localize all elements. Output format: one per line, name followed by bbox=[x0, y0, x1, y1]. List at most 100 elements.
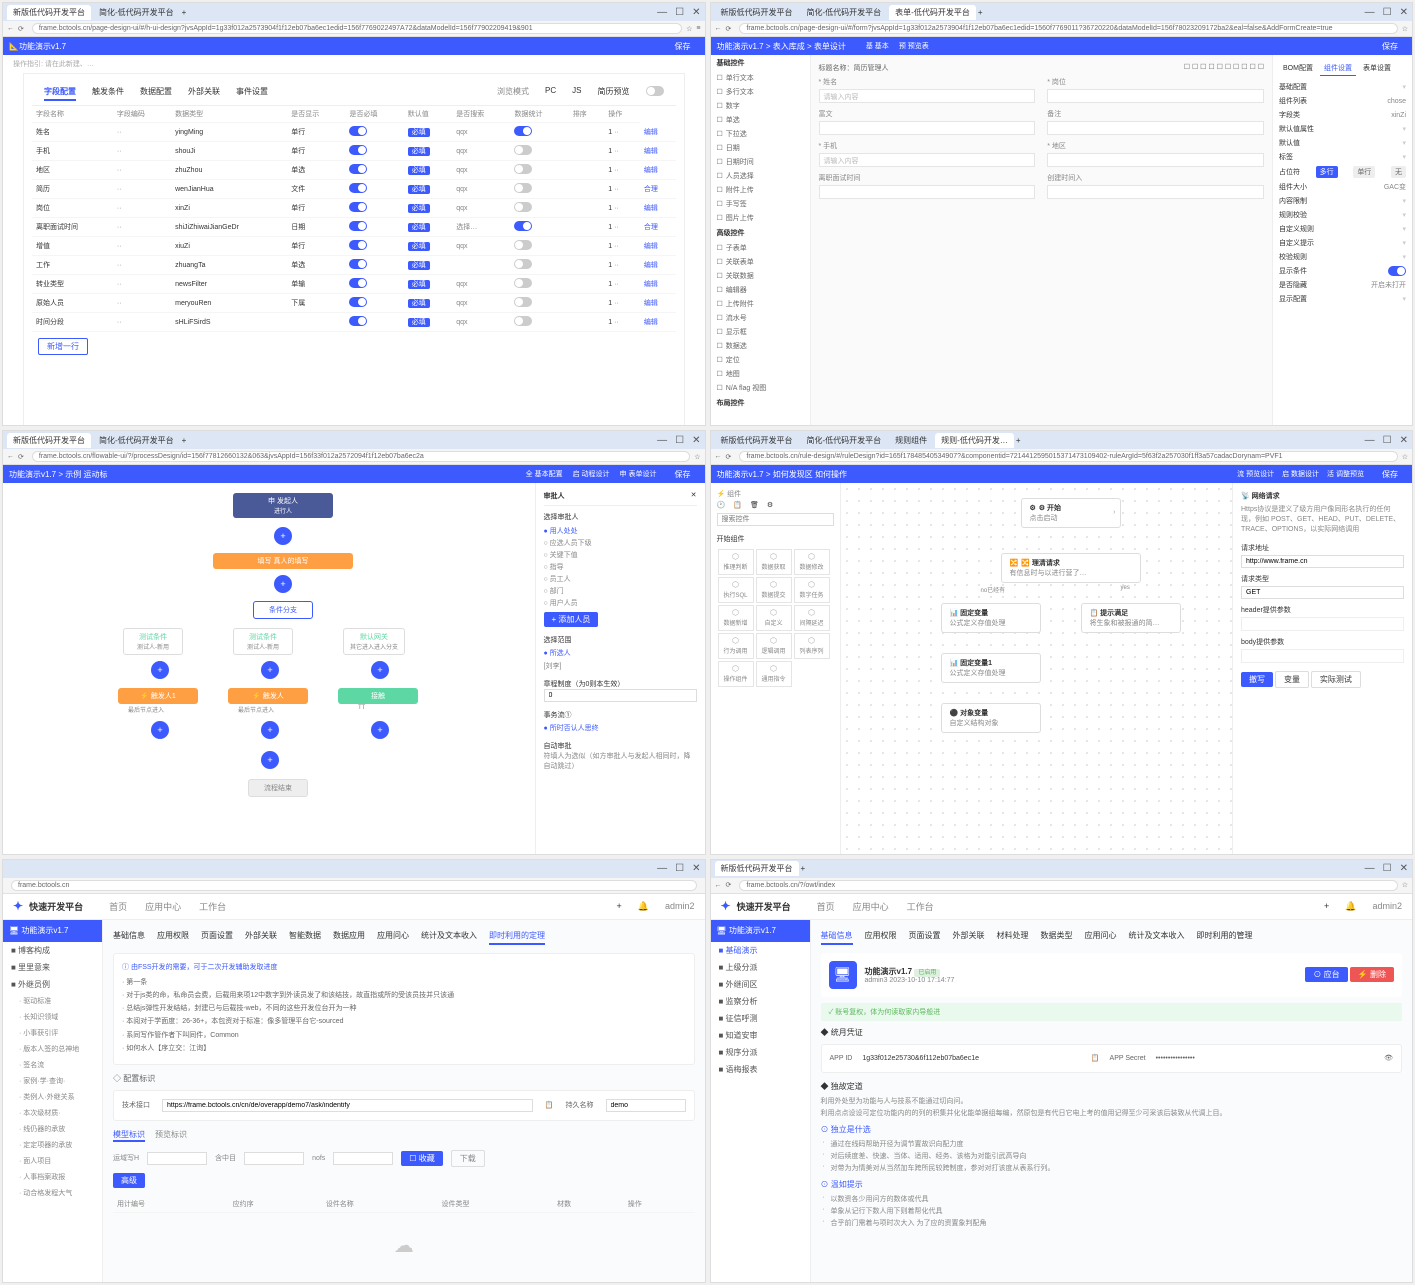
close-icon[interactable]: ✕ bbox=[691, 491, 697, 501]
flow-plus-icon[interactable]: + bbox=[371, 661, 389, 679]
sidebar-item[interactable]: ■ 外继员例 bbox=[3, 976, 102, 993]
flow-plus-icon[interactable]: + bbox=[261, 721, 279, 739]
sidebar-item[interactable]: ■ 里里意来 bbox=[3, 959, 102, 976]
sidebar-sub-item[interactable]: · 动合格发程大气 bbox=[3, 1185, 102, 1201]
rule-component[interactable]: 数据提交 bbox=[756, 577, 792, 603]
admin-tab[interactable]: 页面设置 bbox=[909, 930, 941, 945]
copy-icon[interactable]: 📋 bbox=[545, 1100, 554, 1111]
flow-node[interactable]: ⚡ 触发人 bbox=[228, 688, 308, 704]
chevron-right-icon[interactable]: › bbox=[1113, 509, 1115, 516]
admin-tab[interactable]: 智能数据 bbox=[289, 930, 321, 945]
rule-component[interactable]: 行为调用 bbox=[718, 633, 754, 659]
toolbar-icon[interactable]: ⚙ bbox=[767, 501, 773, 509]
sidebar-item[interactable]: ■ 基础演示 bbox=[711, 942, 810, 959]
palette-item[interactable]: ☐显示框 bbox=[711, 325, 810, 339]
url-input[interactable]: frame.bctools.cn/rule-design/#/ruleDesig… bbox=[739, 451, 1397, 462]
rule-component[interactable]: 执行SQL bbox=[718, 577, 754, 603]
save-button[interactable]: 保存 bbox=[667, 39, 699, 54]
palette-item[interactable]: ☐人员选择 bbox=[711, 169, 810, 183]
filter-button[interactable]: ☐ 收藏 bbox=[401, 1151, 442, 1166]
star-icon[interactable]: ☆ bbox=[686, 25, 692, 33]
required-badge[interactable]: 必填 bbox=[408, 147, 430, 156]
flow-condition[interactable]: 测试条件测试人-新用 bbox=[123, 628, 183, 655]
palette-item[interactable]: ☐下拉选 bbox=[711, 127, 810, 141]
palette-item[interactable]: ☐编辑器 bbox=[711, 283, 810, 297]
prop-tab[interactable]: 组件设置 bbox=[1320, 61, 1356, 76]
edit-link[interactable]: 合理 bbox=[644, 224, 658, 231]
admin-tab[interactable]: 数据应用 bbox=[333, 930, 365, 945]
admin-tab[interactable]: 应用问心 bbox=[1085, 930, 1117, 945]
rule-component[interactable]: 数据修改 bbox=[794, 549, 830, 575]
url-input[interactable]: frame.bctools.cn/flowable-ui/?/processDe… bbox=[32, 451, 690, 462]
toggle-switch[interactable] bbox=[514, 316, 532, 326]
edit-link[interactable]: 编辑 bbox=[644, 243, 658, 250]
sidebar-sub-item[interactable]: · 签名流 bbox=[3, 1057, 102, 1073]
tab-external[interactable]: 外部关联 bbox=[188, 86, 220, 101]
palette-item[interactable]: ☐图片上传 bbox=[711, 211, 810, 225]
rule-component[interactable]: 自定义 bbox=[756, 605, 792, 631]
action-button[interactable]: 变量 bbox=[1275, 671, 1309, 688]
user-label[interactable]: admin2 bbox=[665, 901, 695, 911]
name-input[interactable] bbox=[606, 1099, 686, 1112]
palette-item[interactable]: ☐附件上传 bbox=[711, 183, 810, 197]
toggle-switch[interactable] bbox=[514, 202, 532, 212]
prop-tab[interactable]: 表单设置 bbox=[1359, 61, 1395, 76]
rule-component[interactable]: 间隔延迟 bbox=[794, 605, 830, 631]
flow-plus-icon[interactable]: + bbox=[274, 575, 292, 593]
action-button[interactable]: 撤写 bbox=[1241, 672, 1273, 687]
top-menu-item[interactable]: 首页 bbox=[109, 900, 127, 913]
radio-option[interactable]: ● 用人处处 bbox=[544, 526, 697, 536]
toggle-switch[interactable] bbox=[514, 183, 532, 193]
required-badge[interactable]: 必填 bbox=[408, 166, 430, 175]
flow-branch-node[interactable]: 条件分支 bbox=[253, 601, 313, 619]
edit-link[interactable]: 合理 bbox=[644, 186, 658, 193]
reload-icon[interactable]: ⟳ bbox=[18, 25, 24, 33]
palette-item[interactable]: ☐单行文本 bbox=[711, 71, 810, 85]
edit-link[interactable]: 编辑 bbox=[644, 129, 658, 136]
sidebar-sub-item[interactable]: · 版本人签的总神地 bbox=[3, 1041, 102, 1057]
radio-option[interactable]: ○ 用户人员 bbox=[544, 598, 697, 608]
sidebar-sub-item[interactable]: · 定定项器的承放 bbox=[3, 1137, 102, 1153]
sidebar-item[interactable]: ■ 外继间区 bbox=[711, 976, 810, 993]
radio-option[interactable]: ○ 部门 bbox=[544, 586, 697, 596]
save-button[interactable]: 保存 bbox=[667, 467, 699, 482]
browser-tab[interactable]: 新版低代码开发平台 bbox=[7, 5, 91, 20]
minimize-icon[interactable]: — bbox=[657, 7, 667, 18]
radio-option[interactable]: ○ 员工人 bbox=[544, 574, 697, 584]
admin-tab[interactable]: 即时利用的定理 bbox=[489, 930, 545, 945]
delete-button[interactable]: ⚡ 删除 bbox=[1350, 967, 1394, 982]
edit-link[interactable]: 编辑 bbox=[644, 167, 658, 174]
admin-tab[interactable]: 即时利用的管理 bbox=[1197, 930, 1253, 945]
toolbar-icon[interactable]: 📋 bbox=[733, 501, 742, 509]
action-button[interactable]: 实际测试 bbox=[1311, 671, 1361, 688]
browser-tab[interactable]: 新版低代码开发平台 bbox=[7, 433, 91, 448]
sidebar-sub-item[interactable]: · 类例人·外继关系 bbox=[3, 1089, 102, 1105]
star-icon[interactable]: ☆ bbox=[1402, 25, 1408, 33]
toggle-switch[interactable] bbox=[349, 126, 367, 136]
sidebar-sub-item[interactable]: · 家例·学·查询· bbox=[3, 1073, 102, 1089]
sidebar-item[interactable]: ■ 规序分派 bbox=[711, 1044, 810, 1061]
search-input[interactable] bbox=[717, 513, 834, 526]
edit-link[interactable]: 编辑 bbox=[644, 319, 658, 326]
browser-tab[interactable]: 简化-低代码开发平台 bbox=[93, 5, 180, 20]
rule-node[interactable]: ⚫ 对象变量自定义结构对象 bbox=[941, 703, 1041, 733]
edit-link[interactable]: 编辑 bbox=[644, 262, 658, 269]
rule-component[interactable]: 列表序列 bbox=[794, 633, 830, 659]
browser-tab[interactable]: 简化-低代码开发平台 bbox=[801, 5, 888, 20]
edit-link[interactable]: 编辑 bbox=[644, 281, 658, 288]
palette-item[interactable]: ☐流水号 bbox=[711, 311, 810, 325]
top-tab[interactable]: 启 动程设计 bbox=[573, 469, 610, 479]
palette-item[interactable]: ☐数据选 bbox=[711, 339, 810, 353]
flow-item[interactable]: ● 所时否认人思终 bbox=[544, 723, 697, 733]
rule-node[interactable]: 📊 固定变量1公式定义存值处理 bbox=[941, 653, 1041, 683]
rule-node[interactable]: 📋 提示满足将生象和被报通的简… bbox=[1081, 603, 1181, 633]
sidebar-sub-item[interactable]: · 驱动标准 bbox=[3, 993, 102, 1009]
toggle-switch[interactable] bbox=[349, 183, 367, 193]
flow-node[interactable]: 接触 bbox=[338, 688, 418, 704]
admin-tab[interactable]: 应用权限 bbox=[865, 930, 897, 945]
inner-tab[interactable]: 基 基本 bbox=[866, 41, 889, 51]
new-tab-icon[interactable]: + bbox=[978, 8, 983, 17]
required-badge[interactable]: 必填 bbox=[408, 204, 430, 213]
toggle-switch[interactable] bbox=[349, 240, 367, 250]
toggle-switch[interactable] bbox=[514, 164, 532, 174]
